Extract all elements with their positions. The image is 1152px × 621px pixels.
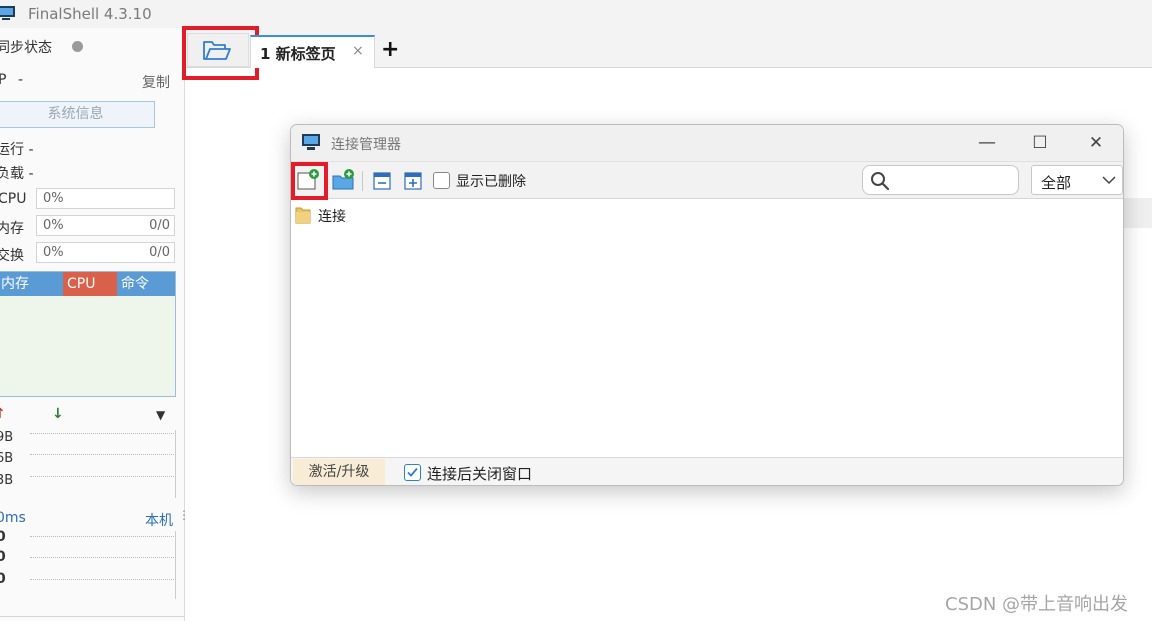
connection-tree[interactable]: 连接 (291, 200, 1123, 457)
close-after-connect-checkbox[interactable] (404, 464, 421, 481)
swap-usage-amount: 0/0 (149, 245, 170, 260)
upload-arrow-icon: ↑ (0, 406, 6, 422)
process-table[interactable]: 内存 CPU 命令 (0, 271, 176, 397)
process-column-cpu[interactable]: CPU (63, 272, 117, 296)
run-status-label: 运行 - (0, 142, 34, 158)
activate-upgrade-button[interactable]: 激活/升级 (293, 459, 385, 485)
highlight-box-new-connection (291, 162, 328, 200)
dialog-title: 连接管理器 (331, 137, 401, 153)
net-grid-line (30, 454, 174, 455)
latency-scale-low: 0 (0, 571, 6, 587)
connection-manager-dialog: 连接管理器 — ☐ ✕ 显示已删除 全部 连接 激活/升级 连接后关闭窗口 (290, 124, 1124, 486)
close-after-connect-label: 连接后关闭窗口 (427, 465, 533, 483)
cpu-label: CPU (0, 191, 27, 207)
tab-new-tab-label: 1 新标签页 (260, 45, 336, 63)
show-deleted-checkbox[interactable] (433, 172, 450, 189)
swap-label: 交换 (0, 248, 24, 264)
folder-icon (295, 207, 311, 224)
net-grid-line (30, 433, 174, 434)
system-info-button[interactable]: 系统信息 (0, 101, 155, 128)
tab-close-icon[interactable]: × (352, 43, 364, 59)
chevron-down-icon (1102, 176, 1116, 185)
filter-select-value: 全部 (1041, 174, 1072, 192)
tree-item-label: 连接 (318, 209, 346, 225)
filter-select[interactable]: 全部 (1031, 165, 1123, 195)
cpu-usage-bar: 0% (36, 188, 175, 209)
latency-grid-line (30, 536, 174, 537)
latency-graph-border (175, 531, 176, 599)
connection-manager-icon (302, 134, 320, 150)
app-title: FinalShell 4.3.10 (28, 5, 152, 23)
watermark-text: CSDN @带上音响出发 (945, 594, 1129, 615)
load-status-label: 负载 - (0, 166, 34, 182)
toolbar-separator (362, 171, 363, 191)
memory-label: 内存 (0, 221, 24, 237)
new-folder-icon[interactable] (332, 169, 356, 191)
maximize-button[interactable]: ☐ (1025, 131, 1055, 155)
sync-status-label: 同步状态 (0, 40, 52, 56)
copy-ip-link[interactable]: 复制 (142, 72, 170, 92)
expand-all-icon[interactable] (404, 172, 422, 190)
app-logo-icon (0, 6, 15, 20)
collapse-all-icon[interactable] (373, 172, 391, 190)
title-bar: FinalShell 4.3.10 (0, 0, 1152, 28)
close-button[interactable]: ✕ (1081, 131, 1111, 155)
ip-value: - (18, 72, 24, 88)
latency-scale-top: 0 (0, 529, 6, 545)
download-arrow-icon: ↓ (52, 406, 64, 422)
net-scale-mid: 6B (0, 451, 14, 466)
cpu-usage-value: 0% (43, 191, 64, 206)
memory-usage-amount: 0/0 (149, 218, 170, 233)
minimize-button[interactable]: — (972, 131, 1002, 155)
memory-usage-value: 0% (43, 218, 64, 233)
checkmark-icon (407, 467, 418, 477)
sync-status-dot (72, 41, 83, 52)
search-input[interactable] (862, 165, 1019, 195)
net-grid-line (30, 476, 174, 477)
process-table-header: 内存 CPU 命令 (0, 272, 175, 296)
dialog-footer: 激活/升级 连接后关闭窗口 (291, 457, 1123, 485)
highlight-box-open-button (182, 26, 259, 80)
net-scale-low: 3B (0, 473, 14, 488)
memory-usage-bar: 0% 0/0 (36, 215, 175, 236)
latency-host-label[interactable]: 本机 (145, 510, 173, 530)
net-scale-top: 9B (0, 430, 14, 445)
latency-grid-line (30, 557, 174, 558)
left-panel: 同步状态 P - 复制 系统信息 运行 - 负载 - CPU 0% 内存 0% … (0, 28, 190, 621)
ip-label: P (0, 72, 7, 88)
swap-usage-bar: 0% 0/0 (36, 242, 175, 263)
process-column-command[interactable]: 命令 (117, 272, 175, 296)
tab-new-tab[interactable]: 1 新标签页 × (250, 35, 375, 68)
tree-item-connections[interactable]: 连接 (295, 204, 365, 226)
add-tab-button[interactable]: + (381, 37, 399, 62)
left-panel-divider (0, 616, 185, 617)
show-deleted-label: 显示已删除 (456, 174, 526, 190)
latency-grid-line (30, 579, 174, 580)
latency-label: 0ms (0, 510, 26, 526)
swap-usage-value: 0% (43, 245, 64, 260)
more-options-icon[interactable]: ⋮ (178, 509, 190, 521)
search-icon (871, 172, 890, 191)
network-interface-dropdown-icon[interactable]: ▼ (156, 408, 165, 422)
latency-scale-mid: 0 (0, 549, 6, 565)
net-graph-border (175, 430, 176, 498)
process-column-memory[interactable]: 内存 (0, 272, 63, 296)
dialog-title-bar[interactable]: 连接管理器 — ☐ ✕ (291, 125, 1123, 162)
